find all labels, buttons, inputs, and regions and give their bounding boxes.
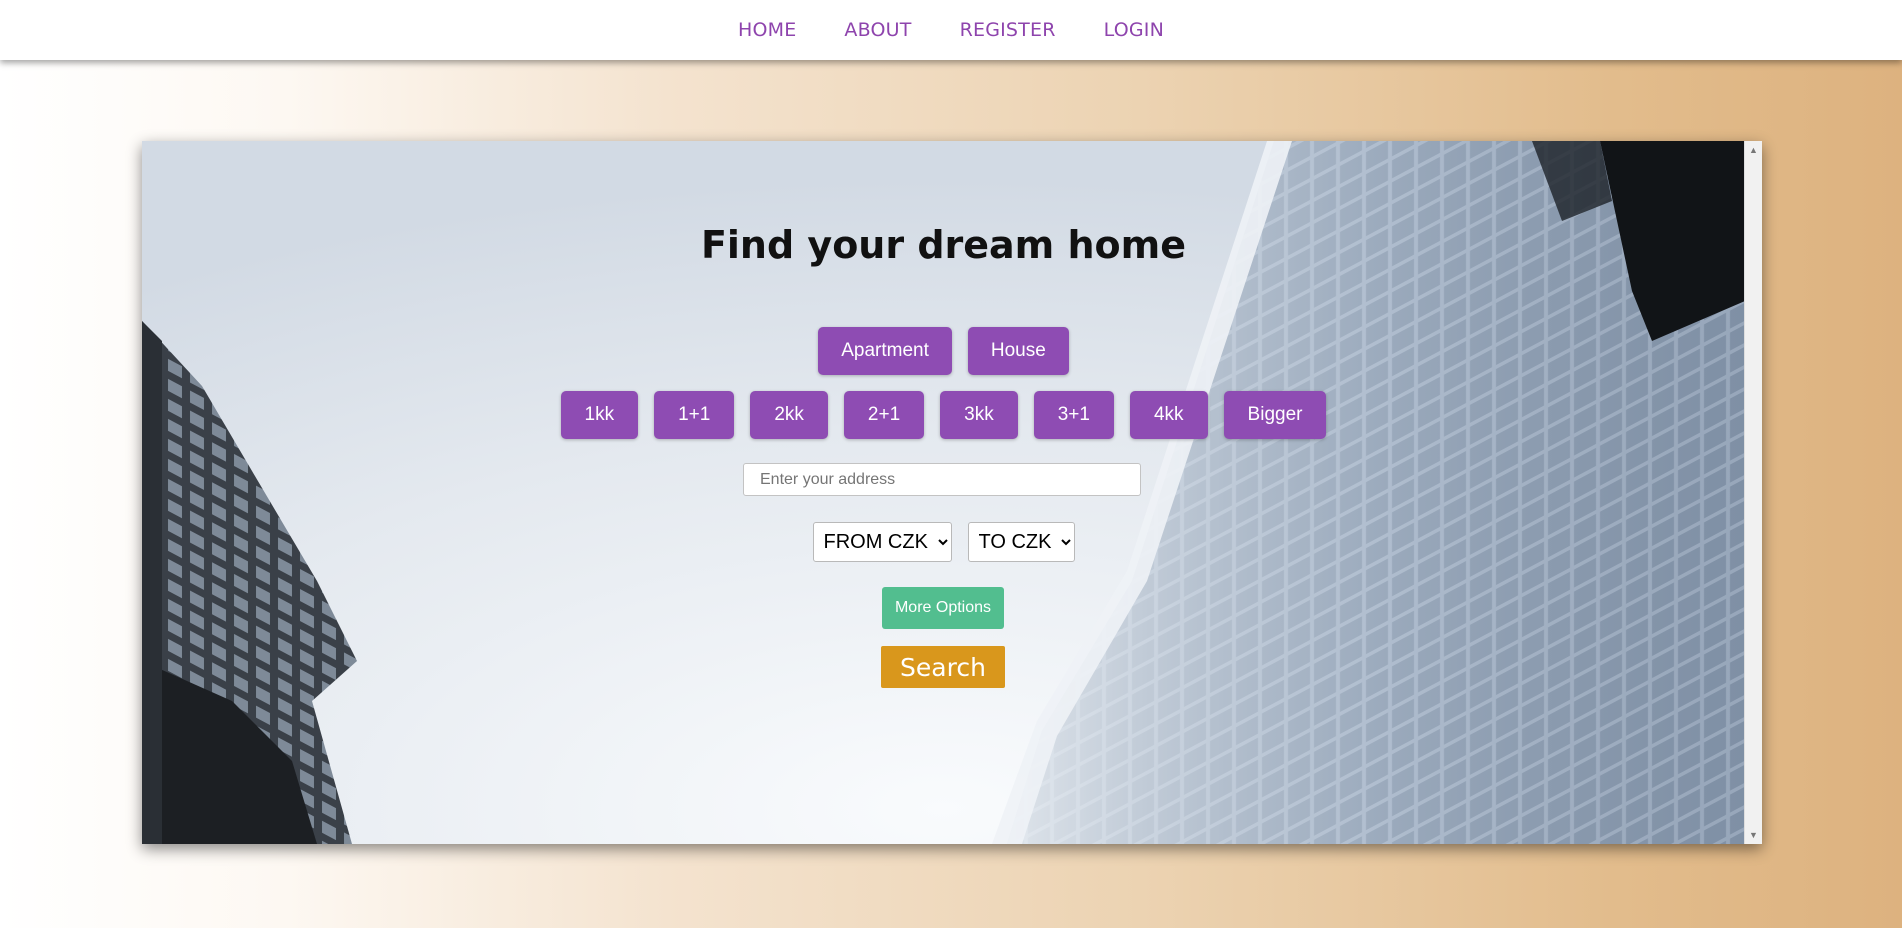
- price-to-select[interactable]: TO CZK: [967, 522, 1075, 562]
- filter-apartment-button[interactable]: Apartment: [818, 327, 952, 375]
- layout-3kk-button[interactable]: 3kk: [940, 391, 1018, 439]
- search-button[interactable]: Search: [881, 646, 1005, 688]
- nav-link-home[interactable]: HOME: [738, 19, 796, 41]
- layout-3plus1-button[interactable]: 3+1: [1033, 391, 1114, 439]
- search-form: Find your dream home Apartment House 1kk…: [142, 141, 1745, 844]
- layout-2kk-button[interactable]: 2kk: [750, 391, 828, 439]
- chevron-up-icon[interactable]: ▲: [1745, 143, 1762, 157]
- property-type-filters: Apartment House: [142, 327, 1745, 375]
- nav-link-login[interactable]: LOGIN: [1104, 19, 1164, 41]
- page-title: Find your dream home: [700, 223, 1187, 267]
- layout-bigger-button[interactable]: Bigger: [1223, 391, 1327, 439]
- address-input[interactable]: [743, 463, 1141, 496]
- layout-1kk-button[interactable]: 1kk: [560, 391, 639, 439]
- nav-link-register[interactable]: REGISTER: [960, 19, 1056, 41]
- chevron-down-icon[interactable]: ▼: [1745, 828, 1762, 842]
- layout-2plus1-button[interactable]: 2+1: [843, 391, 925, 439]
- price-from-select[interactable]: FROM CZK: [812, 522, 952, 562]
- top-navbar: HOME ABOUT REGISTER LOGIN: [0, 0, 1902, 60]
- more-options-button[interactable]: More Options: [882, 587, 1004, 629]
- hero-search-panel: ▲ ▼ Find your dream home Apartment House…: [142, 141, 1762, 844]
- layout-4kk-button[interactable]: 4kk: [1129, 391, 1208, 439]
- nav-link-about[interactable]: ABOUT: [844, 19, 911, 41]
- price-range-selects: FROM CZK TO CZK: [142, 522, 1745, 562]
- panel-scrollbar[interactable]: ▲ ▼: [1744, 141, 1762, 844]
- filter-house-button[interactable]: House: [967, 327, 1069, 375]
- layout-filters: 1kk 1+1 2kk 2+1 3kk 3+1 4kk Bigger: [142, 391, 1745, 439]
- layout-1plus1-button[interactable]: 1+1: [654, 391, 735, 439]
